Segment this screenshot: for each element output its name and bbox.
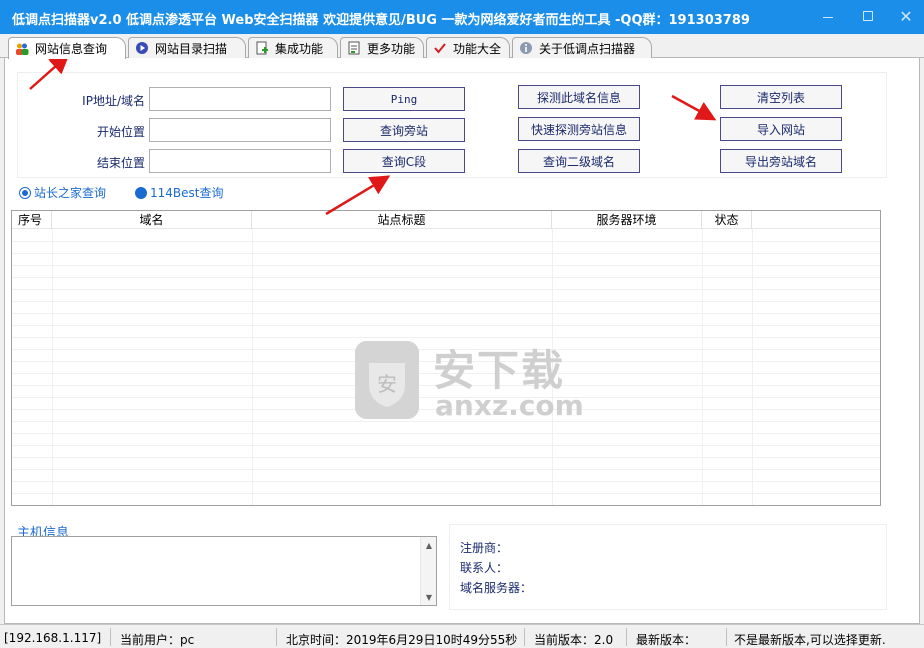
status-message: 不是最新版本,可以选择更新. [734, 633, 886, 647]
col-status[interactable]: 状态 [702, 211, 752, 229]
status-separator [524, 628, 525, 646]
contact-label: 联系人： [460, 561, 509, 575]
play-circle-icon [135, 41, 149, 55]
tab-label: 网站信息查询 [35, 42, 108, 56]
table-row-line [12, 481, 880, 482]
table-row-line [12, 433, 880, 434]
site-info-panel: IP地址/域名 开始位置 结束位置 Ping 查询旁站 查询C段 探测此域名信息… [4, 58, 920, 624]
whois-box: 注册商： 联系人： 域名服务器： [449, 524, 887, 610]
clear-list-button[interactable]: 清空列表 [720, 85, 842, 109]
end-label: 结束位置 [96, 156, 145, 170]
host-info-textarea[interactable]: ▲ ▼ [11, 536, 437, 606]
export-domains-button[interactable]: 导出旁站域名 [720, 149, 842, 173]
query-side-button[interactable]: 查询旁站 [343, 118, 465, 142]
table-row-line [12, 457, 880, 458]
registrar-label: 注册商： [460, 541, 509, 555]
col-domain[interactable]: 域名 [52, 211, 252, 229]
table-col-line [702, 229, 703, 505]
table-row-line [12, 265, 880, 266]
tab-label: 集成功能 [275, 41, 324, 56]
radio-selected-icon [19, 186, 31, 199]
ip-label: IP地址/域名 [82, 94, 145, 108]
watermark-shield-char: 安 [377, 372, 397, 396]
ip-input[interactable] [149, 87, 331, 111]
host-info-scrollbar[interactable]: ▲ ▼ [420, 537, 436, 605]
table-row-line [12, 277, 880, 278]
table-header: 序号 域名 站点标题 服务器环境 状态 [12, 211, 880, 229]
col-index[interactable]: 序号 [12, 211, 52, 229]
tab-integrated[interactable]: 集成功能 [248, 37, 338, 58]
probe-domain-button[interactable]: 探测此域名信息 [518, 85, 640, 109]
users-icon [15, 42, 29, 56]
close-icon: ✕ [899, 6, 913, 26]
minimize-button[interactable] [808, 4, 848, 28]
status-bar: [192.168.1.117] 当前用户：pc 北京时间：2019年6月29日1… [0, 624, 924, 648]
tab-dir-scan[interactable]: 网站目录扫描 [128, 37, 246, 58]
table-row-line [12, 325, 880, 326]
tab-label: 功能大全 [453, 41, 502, 56]
query-c-button[interactable]: 查询C段 [343, 149, 465, 173]
status-separator [276, 628, 277, 646]
tab-label: 网站目录扫描 [155, 41, 228, 56]
table-row-line [12, 241, 880, 242]
status-ip: [192.168.1.117] [4, 631, 102, 645]
table-col-line [252, 229, 253, 505]
minimize-icon [823, 16, 833, 18]
tab-more[interactable]: 更多功能 [340, 37, 424, 58]
status-separator [110, 628, 111, 646]
radio-114best[interactable]: 114Best查询 [135, 184, 223, 201]
tab-strip: 网站信息查询 网站目录扫描 集成功能 更多功能 功能大全 关于低调点扫描器 [0, 34, 924, 59]
status-latest: 最新版本： [636, 633, 697, 647]
status-time: 北京时间：2019年6月29日10时49分55秒 [286, 633, 518, 647]
document-list-icon [347, 41, 361, 55]
scroll-up-icon[interactable]: ▲ [421, 537, 437, 553]
table-row-line [12, 301, 880, 302]
info-icon [519, 41, 533, 55]
maximize-button[interactable] [848, 4, 888, 28]
status-separator [726, 628, 727, 646]
watermark-logo: 安 [355, 341, 419, 419]
table-col-line [52, 229, 53, 505]
import-site-button[interactable]: 导入网站 [720, 117, 842, 141]
table-row-line [12, 289, 880, 290]
tab-site-info[interactable]: 网站信息查询 [8, 37, 126, 59]
scroll-down-icon[interactable]: ▼ [421, 589, 437, 605]
table-col-line [752, 229, 753, 505]
status-separator [626, 628, 627, 646]
tab-about[interactable]: 关于低调点扫描器 [512, 37, 652, 58]
table-row-line [12, 253, 880, 254]
tab-label: 更多功能 [367, 41, 416, 56]
tab-label: 关于低调点扫描器 [539, 41, 636, 56]
radio-icon [135, 186, 147, 199]
status-user: 当前用户：pc [120, 633, 195, 647]
start-label: 开始位置 [96, 125, 145, 139]
start-input[interactable] [149, 118, 331, 142]
document-add-icon [255, 41, 269, 55]
col-server[interactable]: 服务器环境 [552, 211, 702, 229]
dns-label: 域名服务器： [460, 581, 533, 595]
radio-label: 站长之家查询 [34, 186, 107, 200]
query-subdomain-button[interactable]: 查询二级域名 [518, 149, 640, 173]
radio-chinaz[interactable]: 站长之家查询 [19, 184, 106, 201]
ping-button[interactable]: Ping [343, 87, 465, 111]
col-title[interactable]: 站点标题 [252, 211, 552, 229]
close-button[interactable]: ✕ [886, 4, 924, 28]
table-row-line [12, 313, 880, 314]
table-row-line [12, 469, 880, 470]
maximize-icon [863, 11, 873, 21]
checkmark-icon [433, 41, 447, 55]
radio-label: 114Best查询 [150, 186, 224, 200]
table-row-line [12, 493, 880, 494]
status-version: 当前版本：2.0 [534, 633, 614, 647]
window-title: 低调点扫描器v2.0 低调点渗透平台 Web安全扫描器 欢迎提供意见/BUG 一… [12, 13, 750, 28]
end-input[interactable] [149, 149, 331, 173]
col-filler [752, 211, 878, 229]
fast-probe-button[interactable]: 快速探测旁站信息 [518, 117, 640, 141]
title-bar: 低调点扫描器v2.0 低调点渗透平台 Web安全扫描器 欢迎提供意见/BUG 一… [0, 0, 924, 34]
watermark-en: anxz.com [435, 389, 584, 422]
tab-all-functions[interactable]: 功能大全 [426, 37, 510, 58]
table-row-line [12, 445, 880, 446]
